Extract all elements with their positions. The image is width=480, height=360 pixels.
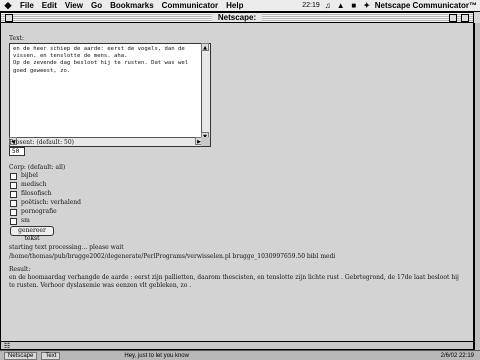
taskbar-clock: 2/6/02 22:19 (440, 352, 474, 359)
apple-icon[interactable]: ◆ (0, 0, 16, 11)
menu-help[interactable]: Help (222, 1, 247, 10)
window-titlebar[interactable]: Netscape: (0, 12, 474, 23)
result-label: Result: (9, 266, 31, 273)
checkbox-label-medisch: medisch (21, 181, 47, 188)
checkbox-label-poetisch: poëtisch: verhalend (21, 199, 81, 206)
checkbox-pornografie[interactable] (10, 209, 17, 216)
speaker-icon[interactable]: ♫ (323, 1, 333, 10)
menu-view[interactable]: View (61, 1, 87, 10)
notification-icon[interactable]: ■ (349, 1, 359, 10)
menu-bookmarks[interactable]: Bookmarks (106, 1, 158, 10)
status-bar: ☷ (0, 341, 474, 350)
text-label: Text: (9, 35, 24, 42)
application-menu[interactable]: Netscape Communicator™ (375, 1, 477, 10)
zoom-box-icon[interactable] (449, 14, 457, 22)
checkbox-poetisch[interactable] (10, 200, 17, 207)
checkbox-sm[interactable] (10, 218, 17, 225)
checkbox-filosofisch[interactable] (10, 191, 17, 198)
checkbox-label-filosofisch: filosofisch (21, 190, 52, 197)
task-netscape[interactable]: Netscape (4, 351, 38, 360)
scroll-up-arrow-icon[interactable]: ▲ (201, 43, 209, 51)
scrollbar-corner (201, 137, 210, 146)
corp-label: Corp: (default: all) (9, 164, 66, 171)
checkbox-label-pornografie: pornografie (21, 208, 57, 215)
collapse-box-icon[interactable] (461, 14, 469, 22)
menu-file[interactable]: File (16, 1, 38, 10)
menu-communicator[interactable]: Communicator (158, 1, 222, 10)
textarea-vertical-scrollbar[interactable]: ▲ ▼ (201, 43, 210, 140)
taskbar-message: Hey, just to let you know (124, 352, 189, 359)
menubar-status-area: 22:19 ♫ ▲ ■ ✦ Netscape Communicator™ (302, 1, 480, 10)
prosent-label: Prosent: (default: 50) (9, 139, 74, 146)
lock-icon[interactable]: ☷ (4, 342, 10, 350)
page-content: Text: en de heer schiep de aarde: eerst … (0, 23, 474, 341)
processing-status-text: starting text processing... please wait (9, 244, 124, 251)
checkbox-label-bijbel: bijbel (21, 172, 38, 179)
control-strip: Netscape Text Hey, just to let you know … (0, 350, 480, 360)
menu-go[interactable]: Go (87, 1, 106, 10)
close-box-icon[interactable] (5, 14, 13, 22)
result-text: en de hoomaardag verhangde de aarde : ee… (9, 274, 459, 289)
processing-command-text: /home/thomas/pub/brugge2002/degenerate/P… (9, 253, 336, 260)
app-menu-icon[interactable]: ✦ (362, 1, 372, 10)
text-input-value[interactable]: en de heer schiep de aarde: eerst de vog… (13, 46, 201, 75)
window-title: Netscape: (211, 13, 263, 22)
menubar-clock: 22:19 (302, 2, 320, 9)
task-text[interactable]: Text (41, 351, 61, 360)
generate-text-button[interactable]: genereer tekst (10, 226, 54, 242)
network-icon[interactable]: ▲ (336, 1, 346, 10)
checkbox-bijbel[interactable] (10, 173, 17, 180)
window-vertical-scrollbar[interactable] (474, 23, 480, 350)
menu-edit[interactable]: Edit (38, 1, 61, 10)
menu-bar: ◆ File Edit View Go Bookmarks Communicat… (0, 0, 480, 12)
text-input-area[interactable]: en de heer schiep de aarde: eerst de vog… (9, 43, 211, 147)
checkbox-label-sm: sm (21, 217, 30, 224)
checkbox-medisch[interactable] (10, 182, 17, 189)
prosent-input[interactable]: 50 (9, 147, 25, 156)
